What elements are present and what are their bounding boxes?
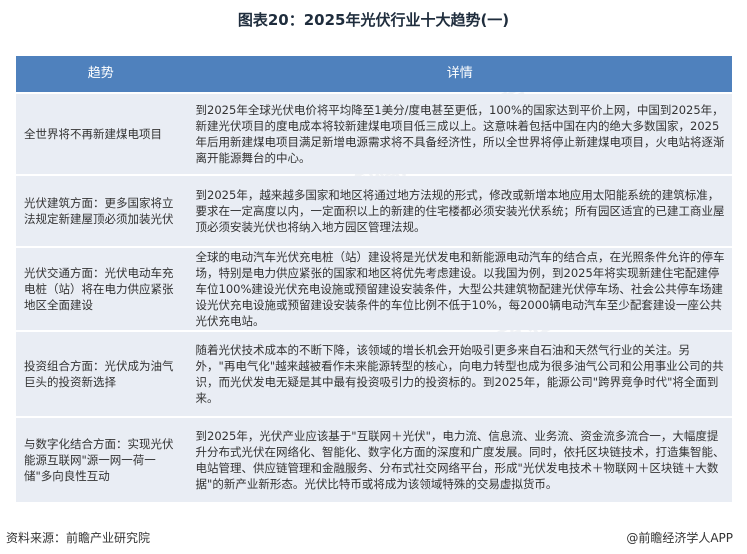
page-title: 图表20：2025年光伏行业十大趋势(一)	[237, 11, 510, 29]
table-row: 投资组合方面：光伏成为油气巨头的投资新选择 随着光伏技术成本的不断下降，该领域的…	[16, 332, 732, 416]
trend-cell: 光伏交通方面：光伏电动车充电桩（站）将在电力供应紧张地区全面建设	[24, 266, 174, 312]
table-row: 光伏建筑方面：更多国家将立法规定新建屋顶必须加装光伏 到2025年，越来越多国家…	[16, 176, 732, 246]
trend-cell: 投资组合方面：光伏成为油气巨头的投资新选择	[24, 359, 174, 389]
trend-cell: 与数字化结合方面：实现光伏能源互联网"源一网一荷一储"多向良性互动	[24, 437, 174, 483]
detail-cell: 到2025年，越来越多国家和地区将通过地方法规的形式，修改或新增本地应用太阳能系…	[195, 188, 725, 234]
header-trend: 趋势	[87, 66, 114, 81]
brand-credit: @前瞻经济学人APP	[626, 531, 733, 545]
header-detail: 详情	[446, 66, 473, 81]
source-note: 资料来源：前瞻产业研究院	[6, 531, 151, 545]
table-header: 趋势 详情	[16, 56, 732, 92]
table-row: 与数字化结合方面：实现光伏能源互联网"源一网一荷一储"多向良性互动 到2025年…	[16, 418, 732, 502]
detail-cell: 到2025年全球光伏电价将平均降至1美分/度电甚至更低，100%的国家达到平价上…	[195, 103, 725, 165]
trend-cell: 全世界将不再新建煤电项目	[24, 127, 162, 141]
page: 图表20：2025年光伏行业十大趋势(一) 前瞻产业研究院 前瞻产业研究院 趋势…	[0, 0, 747, 554]
trend-table: 趋势 详情 全世界将不再新建煤电项目 到2025年全球光伏电价将平均降至1美分/…	[16, 56, 732, 504]
table-row: 全世界将不再新建煤电项目 到2025年全球光伏电价将平均降至1美分/度电甚至更低…	[16, 94, 732, 174]
table-row: 光伏交通方面：光伏电动车充电桩（站）将在电力供应紧张地区全面建设 全球的电动汽车…	[16, 248, 732, 330]
detail-cell: 到2025年，光伏产业应该基于"互联网＋光伏"，电力流、信息流、业务流、资金流多…	[195, 429, 725, 491]
detail-cell: 随着光伏技术成本的不断下降，该领域的增长机会开始吸引更多来自石油和天然气行业的关…	[195, 343, 724, 405]
detail-cell: 全球的电动汽车光伏充电桩（站）建设将是光伏发电和新能源电动汽车的结合点，在光照条…	[195, 250, 725, 328]
trend-cell: 光伏建筑方面：更多国家将立法规定新建屋顶必须加装光伏	[24, 196, 174, 226]
